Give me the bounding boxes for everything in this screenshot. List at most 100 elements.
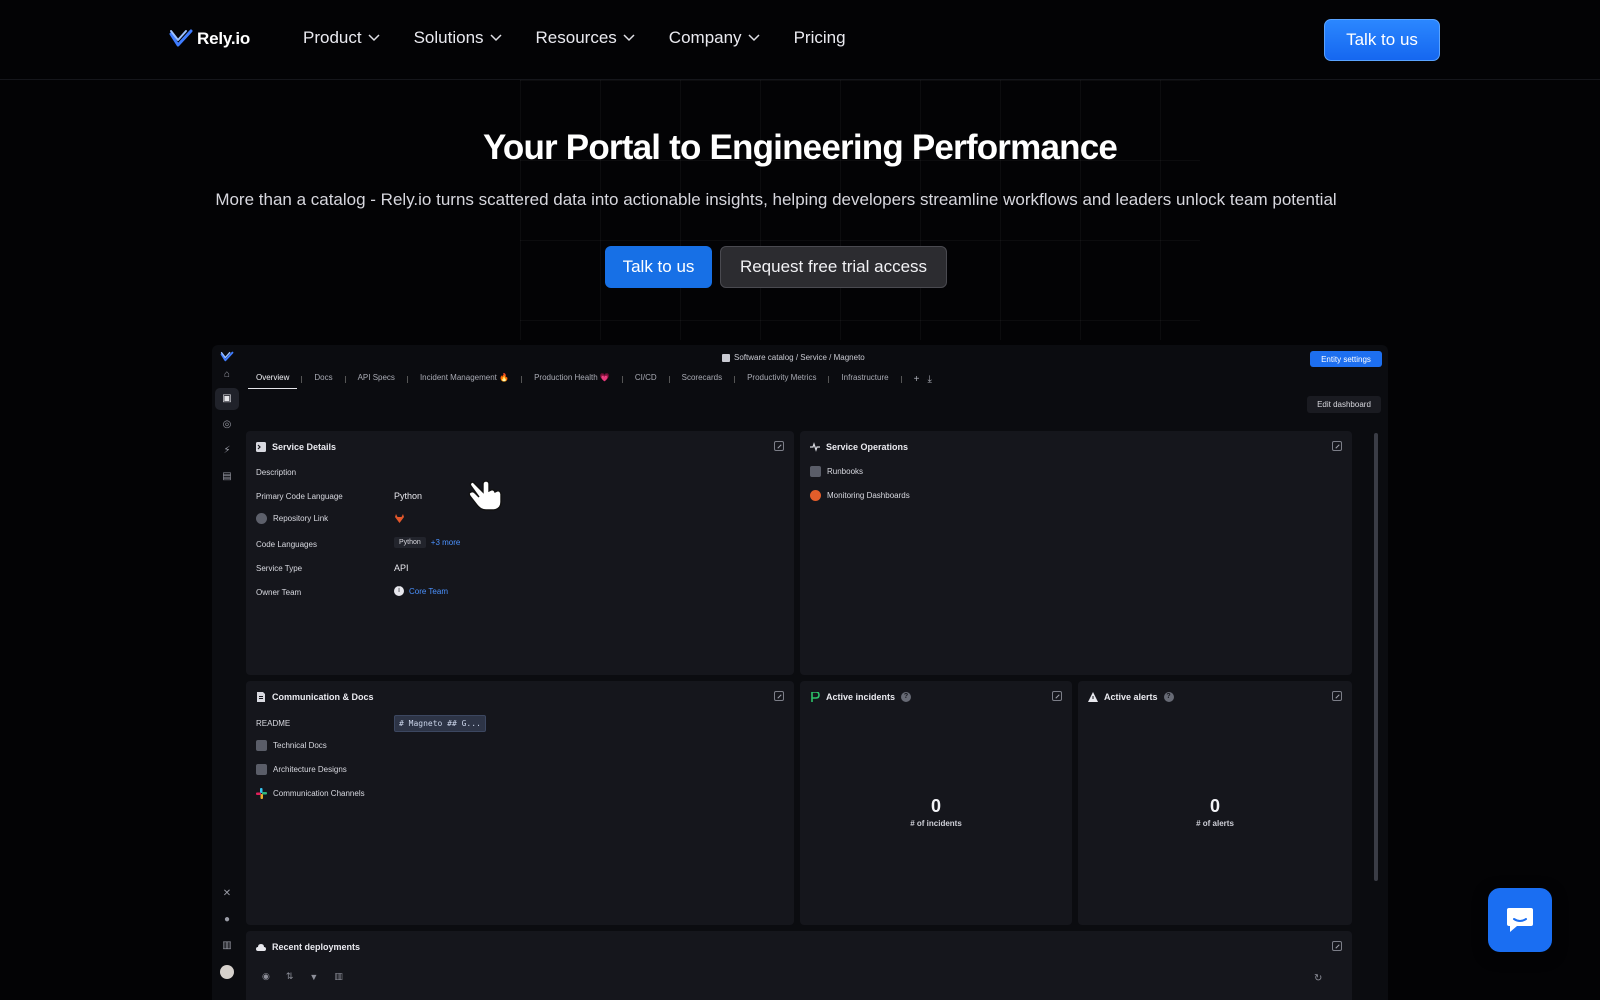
runbooks-link[interactable]: Runbooks	[810, 466, 863, 477]
edit-dashboard-button[interactable]: Edit dashboard	[1307, 396, 1381, 413]
gitlab-link[interactable]	[394, 513, 405, 524]
expand-icon[interactable]	[774, 441, 784, 451]
expand-icon[interactable]	[1332, 441, 1342, 451]
readme-preview[interactable]: # Magneto ## G...	[394, 715, 486, 732]
runbooks-label: Runbooks	[827, 467, 864, 476]
slack-icon	[256, 788, 267, 799]
catalog-icon	[722, 353, 730, 362]
scorecard-icon[interactable]: ◎	[220, 418, 234, 432]
owner-team-label: Owner Team	[256, 588, 302, 597]
menu-item-resources[interactable]: Resources	[536, 28, 635, 48]
tab-incident-management[interactable]: Incident Management 🔥	[412, 369, 517, 389]
tab-divider	[668, 375, 670, 383]
tab-scorecards[interactable]: Scorecards	[674, 369, 730, 389]
github-icon	[256, 513, 267, 524]
grafana-icon	[810, 490, 821, 501]
tab-divider	[301, 375, 303, 383]
service-details-panel: Service Details Description Primary Code…	[246, 431, 794, 675]
service-operations-panel: Service Operations Runbooks Monitoring D…	[800, 431, 1352, 675]
book-icon[interactable]: ▥	[220, 939, 234, 953]
tab-production-health[interactable]: Production Health 💗	[526, 369, 618, 389]
expand-icon[interactable]	[1052, 691, 1062, 701]
communication-channels-link[interactable]: Communication Channels	[256, 788, 365, 799]
rely-logo-icon	[220, 351, 234, 362]
notion-icon	[256, 740, 267, 751]
panel-title: Service Details	[256, 442, 336, 452]
owner-team-value[interactable]: i Core Team	[394, 586, 448, 596]
technical-docs-link[interactable]: Technical Docs	[256, 740, 327, 751]
tab-divider	[621, 375, 623, 383]
catalog-icon[interactable]: ▣	[215, 388, 239, 410]
breadcrumb-text: Software catalog / Service / Magneto	[734, 353, 865, 362]
menu-item-product[interactable]: Product	[303, 28, 380, 48]
warning-icon	[1088, 692, 1098, 702]
active-incidents-panel: Active incidents ? 0 # of incidents	[800, 681, 1072, 925]
hero-talk-to-us-button[interactable]: Talk to us	[605, 246, 712, 288]
menu-item-company[interactable]: Company	[669, 28, 760, 48]
readme-label: README	[256, 719, 291, 728]
hero-title: Your Portal to Engineering Performance	[482, 128, 1118, 167]
chevron-down-icon	[748, 34, 760, 42]
expand-icon[interactable]	[1332, 691, 1342, 701]
chart-icon[interactable]: ▤	[220, 470, 234, 484]
help-icon[interactable]: ?	[1163, 692, 1174, 702]
tab-productivity-metrics[interactable]: Productivity Metrics	[739, 369, 824, 389]
menu-label: Solutions	[413, 28, 484, 47]
panel-title: Communication & Docs	[256, 692, 374, 702]
database-icon[interactable]: ◉	[262, 971, 270, 982]
entity-settings-button[interactable]: Entity settings	[1310, 351, 1382, 367]
chevron-down-icon	[490, 34, 502, 42]
tab-api-specs[interactable]: API Specs	[350, 369, 403, 389]
chat-bubble-icon	[1507, 908, 1533, 932]
tab-overview[interactable]: Overview	[248, 369, 298, 389]
panel-title-text: Communication & Docs	[272, 692, 374, 702]
tab-ci-cd[interactable]: CI/CD	[627, 369, 665, 389]
sort-icon[interactable]: ⇅	[286, 971, 294, 982]
incidents-label: # of incidents	[910, 819, 962, 828]
table-toolbar: ◉ ⇅ ▼ ▥	[262, 971, 343, 982]
expand-icon[interactable]	[774, 691, 784, 701]
lightning-icon[interactable]: ⚡	[220, 444, 234, 458]
monitoring-dashboards-link[interactable]: Monitoring Dashboards	[810, 490, 910, 501]
hand-pointer-icon	[468, 480, 502, 511]
more-languages-link[interactable]: +3 more	[431, 538, 461, 547]
tab-infrastructure[interactable]: Infrastructure	[833, 369, 896, 389]
document-icon	[257, 692, 265, 702]
repository-link[interactable]: Repository Link	[256, 513, 328, 524]
service-type-label: Service Type	[256, 564, 303, 573]
expand-icon[interactable]	[1332, 941, 1342, 951]
menu-item-solutions[interactable]: Solutions	[414, 28, 502, 48]
tab-docs[interactable]: Docs	[306, 369, 340, 389]
gitlab-icon	[395, 514, 404, 523]
avatar[interactable]	[220, 965, 234, 979]
repository-link-label: Repository Link	[273, 514, 329, 523]
nav-talk-to-us-button[interactable]: Talk to us	[1324, 19, 1440, 61]
download-icon[interactable]: ⤓	[927, 374, 931, 385]
tab-divider	[734, 375, 736, 383]
pagerduty-icon	[811, 692, 820, 702]
refresh-icon[interactable]: ↻	[1314, 973, 1322, 984]
communication-docs-panel: Communication & Docs README # Magneto ##…	[246, 681, 794, 925]
menu-item-pricing[interactable]: Pricing	[794, 28, 846, 48]
home-icon[interactable]: ⌂	[220, 368, 234, 382]
chat-widget-button[interactable]	[1488, 888, 1552, 952]
columns-icon[interactable]: ▥	[334, 971, 343, 982]
tools-icon[interactable]: ✕	[220, 887, 234, 901]
code-languages-label: Code Languages	[256, 540, 317, 549]
team-icon: i	[394, 586, 404, 596]
help-icon[interactable]: ?	[901, 692, 912, 702]
panel-title-text: Active incidents	[826, 692, 896, 702]
dashboard-scrollbar[interactable]	[1374, 433, 1378, 881]
brand-logo[interactable]: Rely.io	[169, 28, 250, 50]
hero-subtitle: More than a catalog - Rely.io turns scat…	[215, 190, 1337, 209]
filter-icon[interactable]: ▼	[309, 972, 318, 982]
panel-title-text: Recent deployments	[272, 942, 361, 952]
owner-team-link: Core Team	[409, 586, 448, 596]
app-sidebar-rail: ⌂ ▣ ◎ ⚡ ▤ ✕ ● ▥	[212, 345, 242, 1000]
users-icon[interactable]: ●	[220, 913, 234, 927]
service-type-value: API	[394, 563, 409, 573]
request-trial-button[interactable]: Request free trial access	[720, 246, 947, 288]
notion-icon	[810, 466, 821, 477]
add-tab-icon[interactable]: +	[914, 374, 920, 385]
architecture-designs-link[interactable]: Architecture Designs	[256, 764, 347, 775]
